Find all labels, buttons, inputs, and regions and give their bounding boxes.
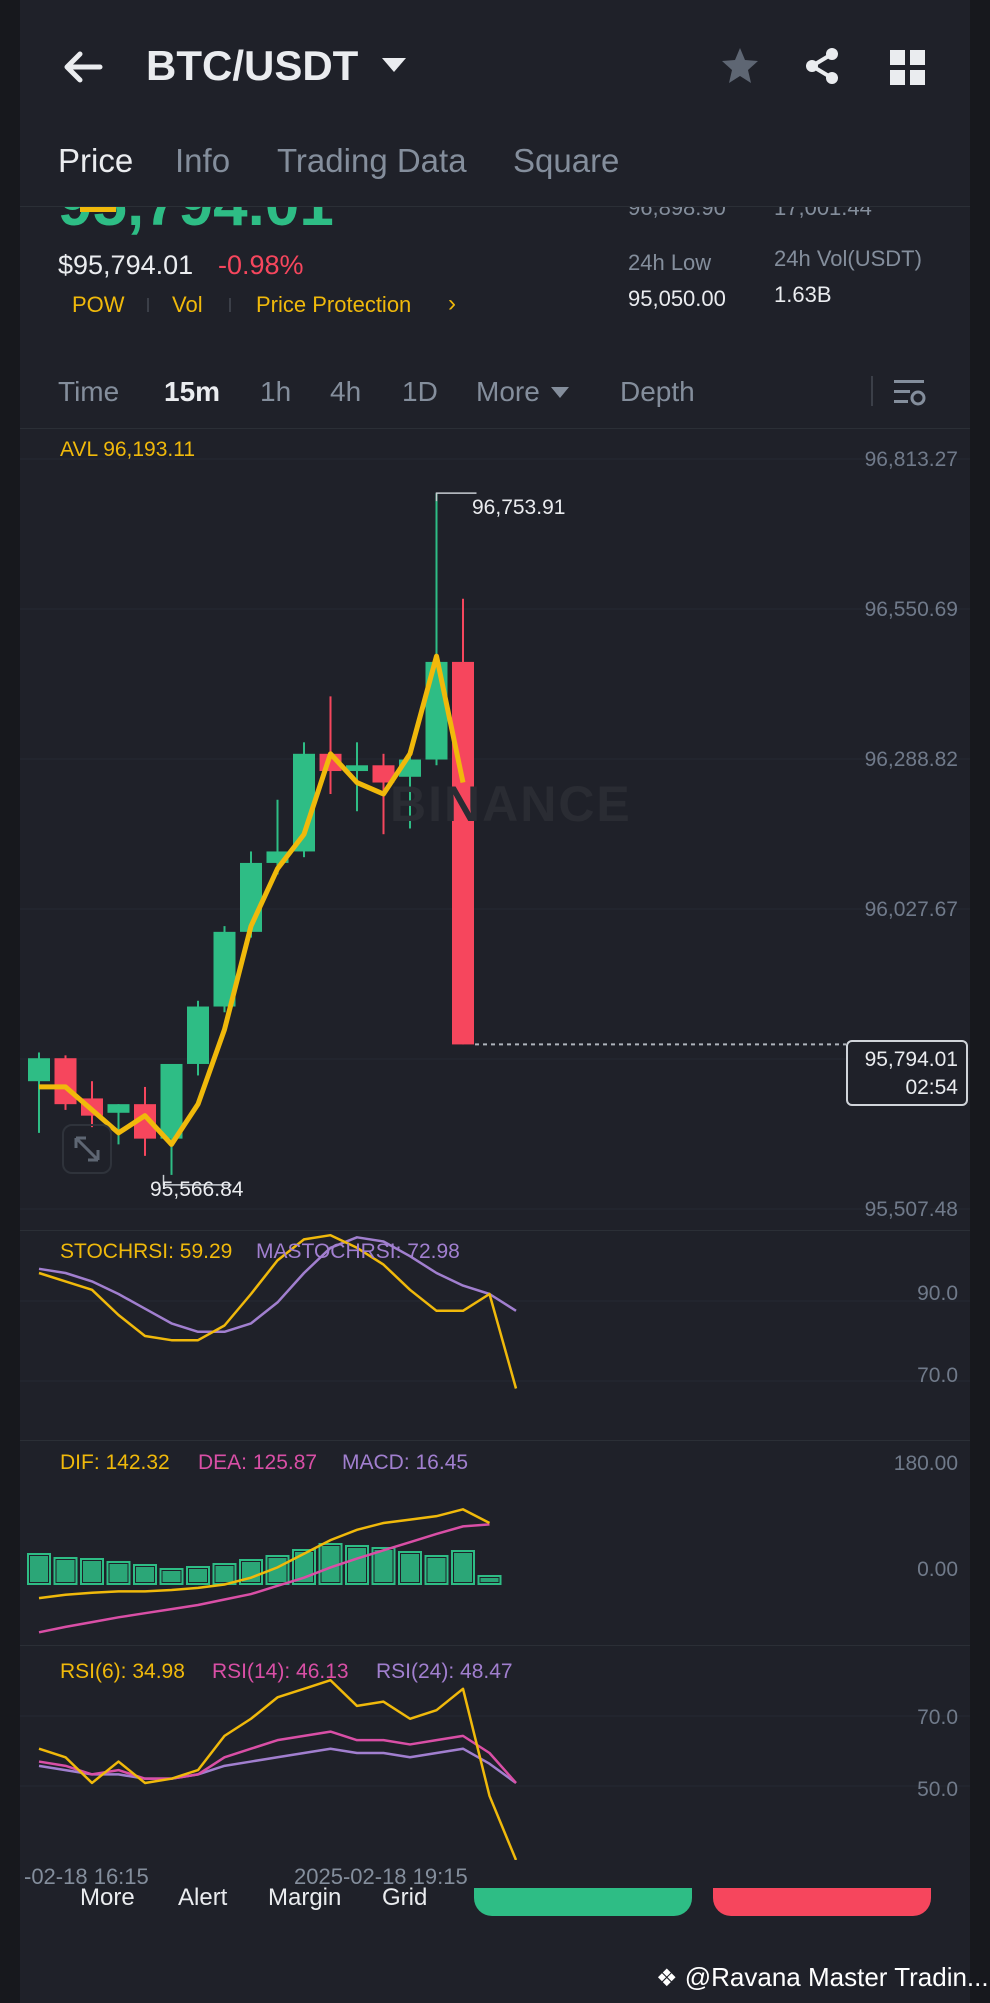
tag-vol[interactable]: Vol bbox=[172, 292, 203, 318]
bottom-margin[interactable]: Margin bbox=[268, 1884, 341, 1912]
macd-histogram-fill bbox=[162, 1571, 181, 1582]
candle-body bbox=[107, 1104, 130, 1113]
rsi24-line bbox=[38, 1747, 517, 1784]
low-marker: 95,566.84 bbox=[150, 1178, 244, 1201]
current-price: 95,794.01 bbox=[864, 1048, 958, 1071]
candle-body bbox=[28, 1058, 50, 1082]
tf-time[interactable]: Time bbox=[58, 376, 119, 408]
macd-histogram-fill bbox=[189, 1569, 207, 1582]
price-clip: 95,794.01 96,898.90 17,001.44 bbox=[20, 207, 970, 237]
back-arrow-icon bbox=[64, 51, 103, 83]
main-ytick: 95,507.48 bbox=[864, 1198, 958, 1221]
macd-histogram-fill bbox=[215, 1566, 234, 1582]
dif-label: DIF: 142.32 bbox=[60, 1451, 170, 1474]
tab-trading-data[interactable]: Trading Data bbox=[277, 142, 467, 180]
sell-button[interactable] bbox=[713, 1888, 931, 1916]
high-leader bbox=[435, 492, 477, 502]
rsi-ytick: 70.0 bbox=[917, 1706, 958, 1729]
footer-watermark-text: @Ravana Master Tradin... bbox=[684, 1962, 989, 1992]
favorite-star-icon[interactable] bbox=[720, 46, 760, 91]
usd-price: $95,794.01 bbox=[58, 250, 194, 280]
tab-price[interactable]: Price bbox=[58, 142, 133, 180]
price-underline bbox=[80, 207, 116, 212]
avl-label: AVL 96,193.11 bbox=[60, 438, 196, 461]
dea-label: DEA: 125.87 bbox=[198, 1451, 318, 1474]
top-right-cut-2: 17,001.44 bbox=[774, 207, 872, 220]
macd-ytick: 0.00 bbox=[917, 1558, 958, 1581]
main-ytick: 96,550.69 bbox=[864, 598, 958, 621]
tf-1h[interactable]: 1h bbox=[260, 376, 291, 408]
app-screen: BTC/USDT Price Info Trading Data Square … bbox=[20, 0, 970, 2003]
tag-price-protection[interactable]: Price Protection bbox=[256, 292, 411, 318]
macd-histogram-fill bbox=[83, 1561, 101, 1582]
chevron-right-icon[interactable]: › bbox=[448, 290, 456, 318]
current-price-box: 95,794.01 02:54 bbox=[846, 1040, 968, 1106]
chart-settings-icon[interactable] bbox=[892, 376, 926, 413]
back-button[interactable] bbox=[60, 44, 106, 90]
macd-histogram-fill bbox=[30, 1556, 48, 1582]
stochrsi-label: STOCHRSI: 59.29 bbox=[60, 1240, 233, 1263]
bottom-grid[interactable]: Grid bbox=[382, 1884, 427, 1912]
tf-15m[interactable]: 15m bbox=[164, 376, 220, 408]
tab-info[interactable]: Info bbox=[175, 142, 230, 180]
low-value: 95,050.00 bbox=[628, 286, 726, 311]
macd-histogram-fill bbox=[348, 1548, 366, 1582]
vol-value: 1.63B bbox=[774, 282, 832, 307]
tf-more[interactable]: More bbox=[476, 376, 540, 408]
main-ytick: 96,813.27 bbox=[864, 448, 958, 471]
rsi-ytick: 50.0 bbox=[917, 1778, 958, 1801]
tf-divider bbox=[871, 376, 873, 406]
tf-1d[interactable]: 1D bbox=[402, 376, 438, 408]
candle-body bbox=[54, 1058, 77, 1105]
low-label: 24h Low bbox=[628, 250, 712, 275]
high-marker: 96,753.91 bbox=[472, 496, 566, 519]
main-ytick: 96,288.82 bbox=[864, 748, 958, 771]
candle-body bbox=[452, 661, 474, 1045]
tf-4h[interactable]: 4h bbox=[330, 376, 361, 408]
macd-label: MACD: 16.45 bbox=[342, 1451, 469, 1474]
mastochrsi-label: MASTOCHRSI: 72.98 bbox=[256, 1240, 460, 1263]
pair-dropdown-icon[interactable] bbox=[382, 58, 406, 79]
stoch-ytick: 90.0 bbox=[917, 1282, 958, 1305]
macd-histogram-fill bbox=[401, 1554, 419, 1582]
rsi14-label: RSI(14): 46.13 bbox=[212, 1660, 349, 1683]
macd-histogram-fill bbox=[109, 1564, 128, 1582]
top-right-cut-1: 96,898.90 bbox=[628, 207, 726, 220]
grid-menu-icon[interactable] bbox=[890, 50, 926, 91]
watermark-logo: BINANCE bbox=[390, 776, 632, 832]
diamond-logo-icon: ❖ bbox=[656, 1965, 678, 1992]
main-ytick: 96,027.67 bbox=[864, 898, 958, 921]
tag-divider bbox=[229, 298, 231, 312]
candle-body bbox=[187, 1006, 209, 1064]
tag-divider bbox=[147, 298, 149, 312]
rsi6-label: RSI(6): 34.98 bbox=[60, 1660, 185, 1683]
tab-square[interactable]: Square bbox=[513, 142, 619, 180]
macd-ytick: 180.00 bbox=[893, 1452, 958, 1475]
buy-button[interactable] bbox=[474, 1888, 692, 1916]
pair-title[interactable]: BTC/USDT bbox=[146, 42, 358, 90]
expand-icon[interactable] bbox=[62, 1124, 112, 1174]
countdown: 02:54 bbox=[905, 1076, 958, 1099]
vol-label: 24h Vol(USDT) bbox=[774, 246, 922, 271]
candle-body bbox=[160, 1063, 183, 1139]
candle-body bbox=[346, 765, 368, 772]
tf-depth[interactable]: Depth bbox=[620, 376, 695, 408]
footer-watermark: ❖ @Ravana Master Tradin... bbox=[656, 1962, 989, 1993]
share-icon[interactable] bbox=[802, 46, 842, 91]
macd-histogram-fill bbox=[374, 1550, 393, 1582]
rsi24-label: RSI(24): 48.47 bbox=[376, 1660, 513, 1683]
macd-histogram-fill bbox=[56, 1560, 75, 1582]
price-change: -0.98% bbox=[218, 250, 304, 280]
stoch-ytick: 70.0 bbox=[917, 1364, 958, 1387]
tag-pow[interactable]: POW bbox=[72, 292, 125, 318]
macd-histogram-fill bbox=[136, 1567, 154, 1582]
macd-histogram-fill bbox=[454, 1553, 472, 1582]
bottom-more[interactable]: More bbox=[80, 1884, 135, 1912]
rsi6-line bbox=[38, 1678, 518, 1860]
tf-more-dropdown-icon[interactable] bbox=[551, 386, 569, 404]
macd-histogram-fill bbox=[427, 1558, 446, 1582]
macd-histogram-fill bbox=[480, 1578, 499, 1582]
bottom-alert[interactable]: Alert bbox=[178, 1884, 227, 1912]
